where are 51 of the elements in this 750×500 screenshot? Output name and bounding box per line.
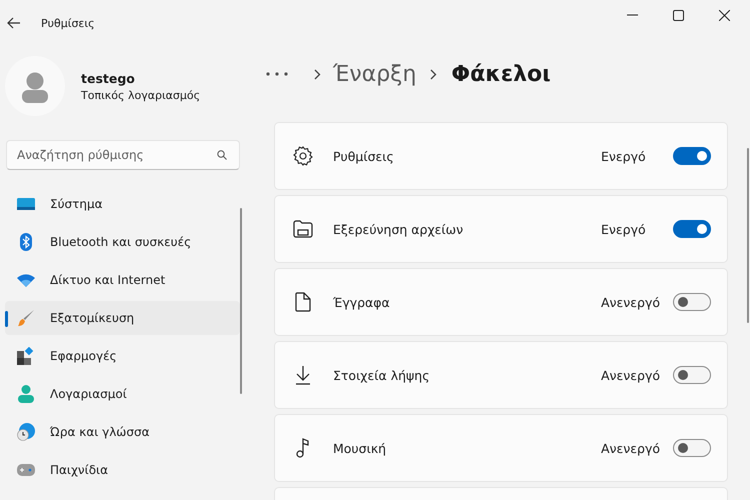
toggle-switch[interactable] bbox=[673, 293, 711, 311]
toggle-state: Ενεργό bbox=[601, 148, 647, 164]
globe-clock-icon bbox=[16, 423, 36, 441]
apps-icon bbox=[16, 347, 36, 365]
user-name: testego bbox=[81, 70, 136, 86]
folder-name: Ρυθμίσεις bbox=[333, 148, 395, 164]
scrollbar[interactable] bbox=[240, 208, 242, 394]
nav-item[interactable]: Bluetooth και συσκευές bbox=[5, 225, 240, 259]
chevron-icon bbox=[430, 68, 438, 80]
toggle-state: Ανενεργό bbox=[601, 440, 662, 456]
folder-name: Εξερεύνηση αρχείων bbox=[333, 222, 464, 236]
toggle-switch[interactable] bbox=[673, 439, 711, 457]
search-icon bbox=[217, 150, 227, 160]
toggle-switch[interactable] bbox=[673, 220, 711, 238]
gamepad-icon bbox=[16, 464, 36, 476]
breadcrumb-link[interactable]: Έναρξη bbox=[333, 62, 416, 86]
back-icon[interactable] bbox=[7, 17, 21, 29]
nav-item[interactable]: Δίκτυο και Internet bbox=[5, 263, 240, 297]
wifi-icon bbox=[16, 273, 36, 287]
toggle-switch[interactable] bbox=[673, 147, 711, 165]
nav-item[interactable]: Σύστημα bbox=[5, 187, 240, 221]
maximize-icon[interactable] bbox=[673, 10, 684, 20]
scrollbar[interactable] bbox=[747, 148, 749, 323]
monitor-icon bbox=[16, 197, 36, 211]
brush-icon bbox=[16, 309, 36, 327]
nav-item[interactable]: Ώρα και γλώσσα bbox=[5, 415, 240, 449]
toggle-state: Ανενεργό bbox=[601, 368, 662, 382]
folder-name: Έγγραφα bbox=[333, 294, 391, 310]
toggle-switch[interactable] bbox=[673, 366, 711, 384]
folder-name: Μουσική bbox=[333, 440, 388, 456]
more-icon[interactable] bbox=[266, 72, 288, 76]
nav-item[interactable]: Λογαριασμοί bbox=[5, 377, 240, 411]
person-icon bbox=[16, 385, 36, 403]
avatar-icon bbox=[5, 56, 65, 116]
download-icon bbox=[293, 365, 313, 385]
nav-item[interactable]: Εξατομίκευση bbox=[5, 301, 240, 335]
document-icon bbox=[293, 292, 313, 312]
account-type: Τοπικός λογαριασμός bbox=[81, 88, 200, 102]
page-title: Φάκελοι bbox=[451, 62, 551, 86]
folder-icon bbox=[293, 220, 313, 238]
nav-item[interactable]: Εφαρμογές bbox=[5, 339, 240, 373]
toggle-state: Ανενεργό bbox=[601, 294, 662, 310]
search-field[interactable]: Αναζήτηση ρύθμισης bbox=[6, 140, 240, 170]
chevron-icon bbox=[314, 68, 321, 80]
window-title: Ρυθμίσεις bbox=[41, 16, 95, 30]
minimize-icon[interactable] bbox=[627, 14, 638, 16]
close-icon[interactable] bbox=[719, 10, 730, 20]
nav-item[interactable]: Παιχνίδια bbox=[5, 453, 240, 487]
folder-name: Στοιχεία λήψης bbox=[333, 368, 431, 382]
toggle-state: Ενεργό bbox=[601, 222, 647, 236]
gear-icon bbox=[293, 146, 313, 166]
